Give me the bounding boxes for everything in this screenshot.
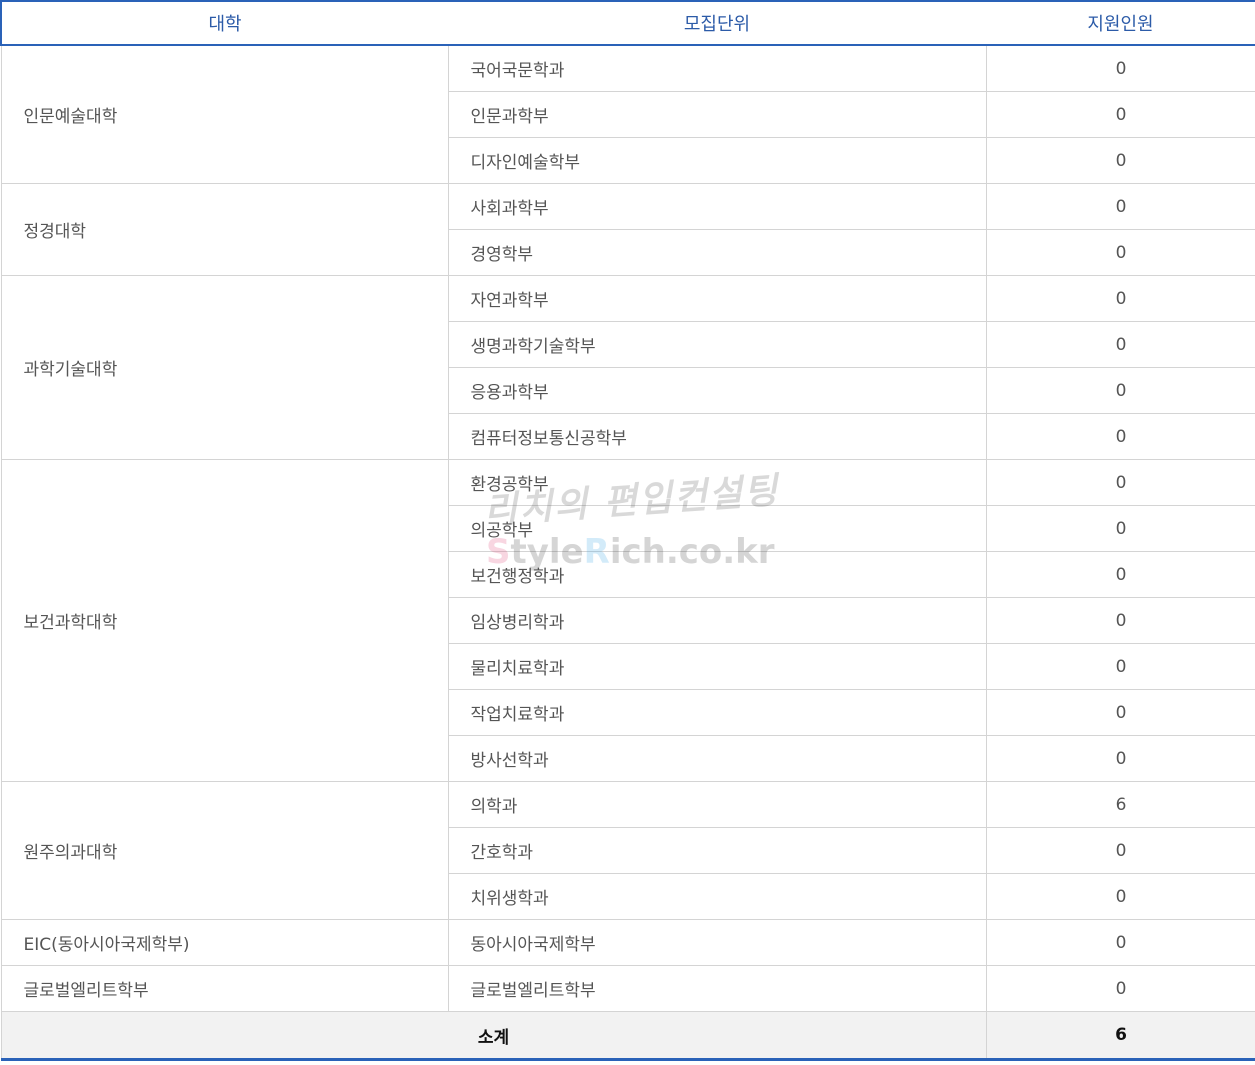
unit-cell: 경영학부 [447, 229, 987, 276]
applicant-count-cell: 0 [985, 873, 1255, 920]
unit-cell: 간호학과 [447, 827, 987, 874]
unit-cell: 환경공학부 [447, 459, 987, 506]
unit-cell: 사회과학부 [447, 183, 987, 230]
header-unit: 모집단위 [448, 0, 986, 46]
unit-cell: 글로벌엘리트학부 [447, 965, 987, 1012]
applicant-count-cell: 0 [985, 275, 1255, 322]
unit-cell: 방사선학과 [447, 735, 987, 782]
table-header: 대학 모집단위 지원인원 [0, 0, 1255, 46]
applicant-count-cell: 0 [985, 643, 1255, 690]
unit-cell: 의학과 [447, 781, 987, 828]
applicant-count-cell: 0 [985, 367, 1255, 414]
applicant-count-cell: 0 [985, 689, 1255, 736]
table-body: 인문예술대학 국어국문학과 0 인문과학부 0 디자인예술학부 0 정경대학 사회과학부 0 경영학… [0, 44, 1255, 1060]
header-row: 대학 모집단위 지원인원 [0, 0, 1255, 46]
applicant-count-cell: 0 [985, 459, 1255, 506]
unit-cell: 치위생학과 [447, 873, 987, 920]
unit-cell: 인문과학부 [447, 91, 987, 138]
applicant-count-cell: 0 [985, 183, 1255, 230]
table-row: EIC(동아시아국제학부) 동아시아국제학부 0 [0, 919, 1255, 966]
applicant-count-cell: 0 [985, 919, 1255, 966]
college-cell: 보건과학대학 [0, 459, 449, 782]
header-college: 대학 [0, 0, 448, 46]
table-row: 인문예술대학 국어국문학과 0 [0, 44, 1255, 184]
college-cell: 원주의과대학 [0, 781, 449, 920]
unit-cell: 생명과학기술학부 [447, 321, 987, 368]
applicant-count-cell: 0 [985, 827, 1255, 874]
total-label: 소계 [0, 1011, 987, 1060]
applicant-count-cell: 0 [985, 551, 1255, 598]
table-row: 글로벌엘리트학부 글로벌엘리트학부 0 [0, 965, 1255, 1012]
applicant-count-cell: 0 [985, 321, 1255, 368]
college-cell: 정경대학 [0, 183, 449, 276]
total-count: 6 [985, 1011, 1255, 1060]
unit-cell: 국어국문학과 [447, 44, 987, 92]
applicant-count-cell: 0 [985, 91, 1255, 138]
header-applicants: 지원인원 [986, 0, 1255, 46]
applicant-count-cell: 6 [985, 781, 1255, 828]
applicant-count-cell: 0 [985, 965, 1255, 1012]
unit-cell: 디자인예술학부 [447, 137, 987, 184]
table-row: 보건과학대학 환경공학부 0 [0, 459, 1255, 782]
table-row: 정경대학 사회과학부 0 [0, 183, 1255, 276]
unit-cell: 응용과학부 [447, 367, 987, 414]
unit-cell: 임상병리학과 [447, 597, 987, 644]
unit-cell: 의공학부 [447, 505, 987, 552]
applicant-count-cell: 0 [985, 597, 1255, 644]
college-cell: EIC(동아시아국제학부) [0, 919, 449, 966]
applicant-count-cell: 0 [985, 137, 1255, 184]
unit-cell: 보건행정학과 [447, 551, 987, 598]
college-cell: 인문예술대학 [0, 44, 449, 184]
college-cell: 글로벌엘리트학부 [0, 965, 449, 1012]
table-row: 과학기술대학 자연과학부 0 [0, 275, 1255, 460]
applicant-count-cell: 0 [985, 505, 1255, 552]
unit-cell: 컴퓨터정보통신공학부 [447, 413, 987, 460]
unit-cell: 자연과학부 [447, 275, 987, 322]
college-cell: 과학기술대학 [0, 275, 449, 460]
admission-applicants-table: 대학 모집단위 지원인원 인문예술대학 국어국문학과 0 인문과학부 0 디자인예술학부 0… [0, 0, 1255, 1061]
applicant-count-cell: 0 [985, 413, 1255, 460]
unit-cell: 작업치료학과 [447, 689, 987, 736]
unit-cell: 동아시아국제학부 [447, 919, 987, 966]
table-row: 원주의과대학 의학과 6 [0, 781, 1255, 920]
applicant-count-cell: 0 [985, 735, 1255, 782]
total-row: 소계 6 [0, 1011, 1255, 1060]
applicant-count-cell: 0 [985, 44, 1255, 92]
unit-cell: 물리치료학과 [447, 643, 987, 690]
applicant-count-cell: 0 [985, 229, 1255, 276]
